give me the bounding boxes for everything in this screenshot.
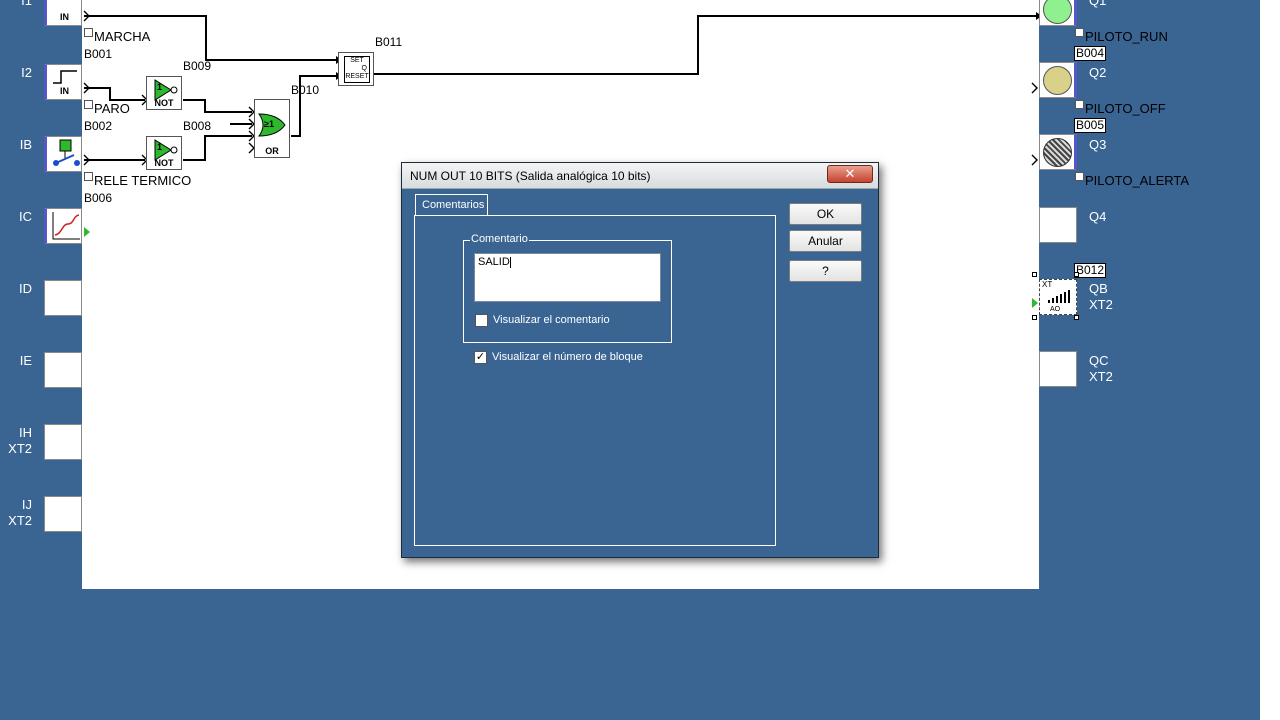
or-block-b010[interactable]: ≥1 OR [254, 99, 290, 158]
reset-text: RESET [345, 73, 369, 80]
input-label-ij: IJ XT2 [8, 497, 32, 528]
block-number-b010: B010 [291, 83, 320, 97]
comment-input-value: SALID [478, 256, 510, 268]
input-label-ie: IE [19, 353, 32, 368]
input-block-i1[interactable]: IN [44, 0, 82, 26]
input-block-ib[interactable] [44, 136, 82, 172]
step-pulse-icon [53, 70, 77, 84]
block-number-b001: B001 [84, 47, 113, 61]
show-comment-checkbox[interactable] [475, 314, 488, 327]
output-comment-off: PILOTO_OFF [1085, 101, 1166, 116]
input-block-id[interactable] [44, 280, 82, 316]
or-label: OR [265, 146, 279, 156]
output-label-q3: Q3 [1089, 137, 1107, 152]
not-gate-one: 1 [157, 82, 163, 92]
checkmark-icon: ✓ [475, 351, 486, 363]
text-cursor [509, 256, 511, 268]
comment-marcha: MARCHA [94, 29, 151, 44]
or-gate-ge1: ≥1 [264, 119, 274, 129]
selection-handle[interactable] [1074, 315, 1079, 320]
num-out-dialog: NUM OUT 10 BITS (Salida analógica 10 bit… [401, 162, 879, 558]
output-block-qc[interactable] [1039, 351, 1077, 387]
analog-curve-icon [52, 212, 80, 240]
comment-checkbox-marcha [84, 28, 93, 37]
block-number-b009: B009 [183, 59, 212, 73]
output-comment-alerta: PILOTO_ALERTA [1085, 173, 1190, 188]
input-label-i1: I1 [21, 0, 32, 8]
selection-handle[interactable] [1032, 272, 1037, 277]
output-label-qb: QB XT2 [1089, 281, 1113, 312]
output-comment-checkbox-off [1075, 100, 1084, 109]
block-number-b011: B011 [375, 35, 403, 49]
not-label: NOT [154, 158, 174, 168]
set-text: SET [350, 57, 364, 64]
help-button[interactable]: ? [789, 260, 862, 282]
output-block-q2[interactable] [1039, 62, 1077, 98]
selection-handle[interactable] [1032, 315, 1037, 320]
dialog-titlebar[interactable]: NUM OUT 10 BITS (Salida analógica 10 bit… [402, 163, 878, 189]
cancel-button[interactable]: Anular [789, 230, 862, 252]
tab-comentarios[interactable]: Comentarios [415, 194, 488, 216]
show-block-number-label: Visualizar el número de bloque [492, 351, 643, 363]
switch-icon [53, 139, 80, 166]
output-block-q4[interactable] [1039, 207, 1077, 243]
not-gate-one: 1 [157, 142, 163, 152]
show-block-number-checkbox[interactable]: ✓ [474, 351, 487, 364]
dialog-title: NUM OUT 10 BITS (Salida analógica 10 bit… [410, 169, 651, 183]
output-label-q2: Q2 [1089, 65, 1107, 80]
block-number-b005: B005 [1074, 118, 1107, 133]
ao-text: AO [1050, 306, 1061, 313]
set-reset-inner: SET Q RESET [344, 56, 370, 83]
xt-text: XT [1042, 280, 1053, 289]
input-label-ib: IB [19, 137, 32, 152]
comment-input[interactable]: SALID [474, 253, 661, 302]
comment-checkbox-paro [84, 100, 93, 109]
block-number-b006: B006 [84, 191, 113, 205]
alert-led-icon [1043, 138, 1072, 167]
block-number-b008: B008 [183, 119, 212, 133]
output-comment-checkbox-alerta [1075, 172, 1084, 181]
input-block-ih[interactable] [44, 424, 82, 460]
green-led-icon [1043, 0, 1072, 24]
block-number-b004: B004 [1074, 46, 1107, 61]
not-block-b008[interactable]: 1 NOT [146, 136, 182, 170]
input-block-ie[interactable] [44, 352, 82, 388]
q-text: Q [361, 65, 367, 72]
input-label-id: ID [19, 281, 32, 296]
output-label-q4: Q4 [1089, 209, 1107, 224]
group-legend: Comentario [470, 233, 529, 245]
output-comment-checkbox-run [1075, 28, 1084, 37]
comment-rele-termico: RELE TERMICO [94, 173, 192, 188]
output-block-q3[interactable] [1039, 134, 1077, 170]
comment-group: Comentario SALID Visualizar el comentari… [463, 233, 672, 343]
comment-paro: PARO [94, 101, 130, 116]
not-block-b009[interactable]: 1 NOT [146, 76, 182, 110]
dialog-body: Comentarios Comentario SALID Visualizar … [408, 190, 872, 551]
analog-bars-icon [1048, 290, 1070, 303]
block-number-b002: B002 [84, 119, 113, 133]
tab-panel: Comentario SALID Visualizar el comentari… [414, 215, 776, 546]
output-label-qc: QC XT2 [1089, 353, 1113, 384]
set-reset-block-b011[interactable]: SET Q RESET [338, 52, 374, 86]
not-label: NOT [154, 98, 174, 108]
close-button[interactable]: ✕ [827, 165, 873, 183]
input-label-ic: IC [19, 209, 32, 224]
input-label-i2: I2 [21, 65, 32, 80]
output-block-qb-selected[interactable]: XT AO [1039, 279, 1077, 315]
input-block-i2[interactable]: IN [44, 64, 82, 100]
output-comment-run: PILOTO_RUN [1085, 29, 1168, 44]
comment-checkbox-rele [84, 172, 93, 181]
yellow-led-icon [1043, 66, 1072, 95]
input-label-ih: IH XT2 [8, 425, 32, 456]
close-icon: ✕ [844, 166, 856, 181]
selection-handle[interactable] [1074, 272, 1079, 277]
input-in-text: IN [60, 12, 69, 22]
input-block-ij[interactable] [44, 496, 82, 532]
input-in-text: IN [60, 86, 69, 96]
show-comment-label: Visualizar el comentario [493, 314, 610, 326]
output-block-q1[interactable] [1039, 0, 1077, 26]
output-label-q1: Q1 [1089, 0, 1107, 8]
input-block-ic[interactable] [44, 208, 82, 244]
ok-button[interactable]: OK [789, 203, 862, 225]
